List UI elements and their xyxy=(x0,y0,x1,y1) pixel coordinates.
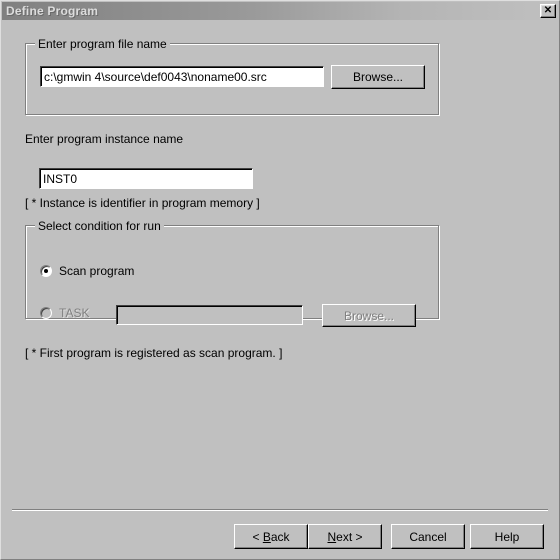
back-button[interactable]: < Back xyxy=(234,524,308,549)
program-file-groupbox-legend: Enter program file name xyxy=(35,37,170,51)
footer-divider xyxy=(12,509,548,511)
window-title: Define Program xyxy=(6,4,99,18)
run-condition-groupbox-legend: Select condition for run xyxy=(35,219,164,233)
scan-program-note: [ * First program is registered as scan … xyxy=(25,346,283,360)
radio-selected-icon[interactable] xyxy=(40,265,52,277)
instance-name-input[interactable]: INST0 xyxy=(39,168,253,189)
instance-name-label: Enter program instance name xyxy=(25,132,184,146)
program-file-path-input[interactable]: c:\gmwin 4\source\def0043\noname00.src xyxy=(40,66,324,87)
next-button-label: Next > xyxy=(327,529,363,544)
radio-task-label: TASK xyxy=(59,306,90,320)
program-file-groupbox: Enter program file name c:\gmwin 4\sourc… xyxy=(25,37,439,115)
radio-task[interactable]: TASK xyxy=(40,306,89,320)
help-button[interactable]: Help xyxy=(470,524,544,549)
dialog-client-area: Enter program file name c:\gmwin 4\sourc… xyxy=(2,20,558,558)
close-icon[interactable]: ✕ xyxy=(540,4,556,18)
radio-scan-program-label: Scan program xyxy=(59,264,135,278)
file-browse-button[interactable]: Browse... xyxy=(331,65,425,89)
radio-unselected-icon[interactable] xyxy=(40,307,52,319)
back-button-label: < Back xyxy=(252,529,290,544)
titlebar: Define Program ✕ xyxy=(2,2,558,20)
next-button[interactable]: Next > xyxy=(308,524,382,549)
task-name-input xyxy=(116,305,303,325)
task-browse-button: Browse... xyxy=(322,304,416,327)
run-condition-groupbox: Select condition for run Scan program TA… xyxy=(25,219,439,327)
cancel-button[interactable]: Cancel xyxy=(391,524,465,549)
instance-name-note: [ * Instance is identifier in program me… xyxy=(25,196,260,210)
define-program-dialog: Define Program ✕ Enter program file name… xyxy=(0,0,560,560)
radio-scan-program[interactable]: Scan program xyxy=(40,264,134,278)
wizard-button-bar: < Back Next > Cancel Help xyxy=(2,524,558,556)
